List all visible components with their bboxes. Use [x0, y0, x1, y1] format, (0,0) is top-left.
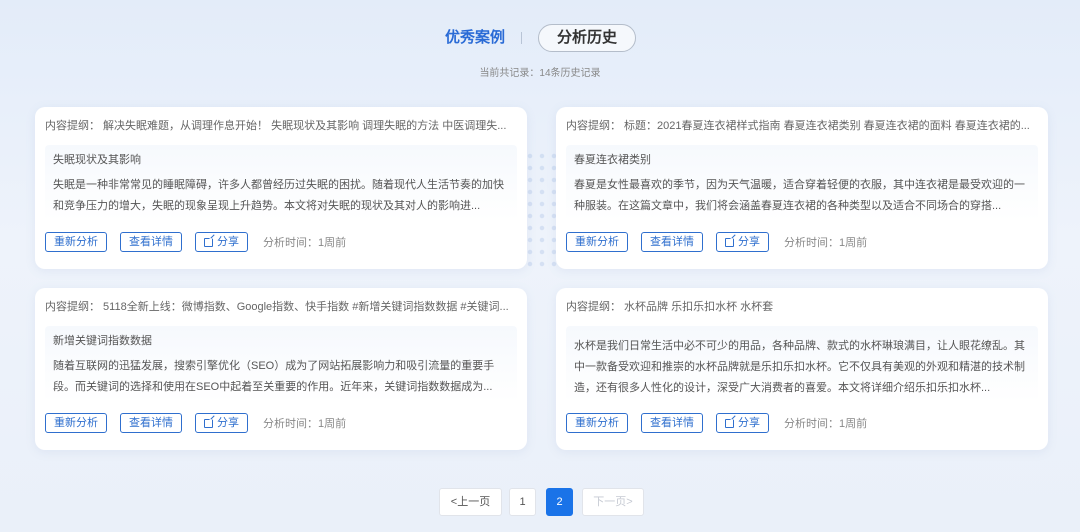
card-content: 春夏连衣裙类别 春夏是女性最喜欢的季节，因为天气温暖，适合穿着轻便的衣服，其中连…	[566, 145, 1038, 221]
analysis-time: 分析时间：1周前	[784, 237, 868, 249]
card-content-text: 水杯是我们日常生活中必不可少的用品，各种品牌、款式的水杯琳琅满目，让人眼花缭乱。…	[574, 340, 1025, 394]
analysis-time: 分析时间：1周前	[263, 418, 347, 430]
card-actions: 重新分析 查看详情 分享 分析时间：1周前	[45, 232, 346, 252]
reanalyze-button[interactable]: 重新分析	[45, 413, 107, 433]
card-content-title: 新增关键词指数数据	[53, 335, 152, 347]
card-content-title: 春夏连衣裙类别	[574, 154, 651, 166]
tab-divider	[521, 32, 522, 44]
card-content-text: 随着互联网的迅猛发展，搜索引擎优化（SEO）成为了网站拓展影响力和吸引流量的重要…	[53, 360, 495, 393]
reanalyze-label: 重新分析	[54, 236, 98, 248]
tab-excellent-cases[interactable]: 优秀案例	[430, 24, 520, 52]
history-card: 内容提纲： 解决失眠难题，从调理作息开始！ 失眠现状及其影响 调理失眠的方法 中…	[35, 107, 527, 269]
share-label: 分享	[217, 236, 239, 248]
reanalyze-button[interactable]: 重新分析	[566, 232, 628, 252]
view-details-button[interactable]: 查看详情	[120, 413, 182, 433]
history-card: 内容提纲： 水杯品牌 乐扣乐扣水杯 水杯套 水杯是我们日常生活中必不可少的用品，…	[556, 288, 1048, 450]
page-2-button[interactable]: 2	[546, 488, 573, 516]
share-label: 分享	[738, 236, 760, 248]
share-icon	[204, 418, 213, 428]
card-content: 失眠现状及其影响 失眠是一种非常常见的睡眠障碍，许多人都曾经历过失眠的困扰。随着…	[45, 145, 517, 221]
card-actions: 重新分析 查看详情 分享 分析时间：1周前	[566, 232, 867, 252]
card-content-text: 失眠是一种非常常见的睡眠障碍，许多人都曾经历过失眠的困扰。随着现代人生活节奏的加…	[53, 179, 504, 212]
reanalyze-button[interactable]: 重新分析	[45, 232, 107, 252]
share-button[interactable]: 分享	[195, 413, 248, 433]
card-actions: 重新分析 查看详情 分享 分析时间：1周前	[566, 413, 867, 433]
share-button[interactable]: 分享	[195, 232, 248, 252]
reanalyze-label: 重新分析	[575, 236, 619, 248]
reanalyze-label: 重新分析	[54, 417, 98, 429]
card-content-text: 春夏是女性最喜欢的季节，因为天气温暖，适合穿着轻便的衣服，其中连衣裙是最受欢迎的…	[574, 179, 1025, 212]
card-content: 水杯是我们日常生活中必不可少的用品，各种品牌、款式的水杯琳琅满目，让人眼花缭乱。…	[566, 326, 1038, 402]
card-outline: 内容提纲： 5118全新上线：微博指数、Google指数、快手指数 #新增关键词…	[45, 301, 509, 313]
share-button[interactable]: 分享	[716, 232, 769, 252]
pagination: <上一页 1 2 下一页>	[0, 488, 1080, 516]
reanalyze-button[interactable]: 重新分析	[566, 413, 628, 433]
header-tabs: 优秀案例 分析历史	[0, 24, 1080, 52]
card-outline: 内容提纲： 水杯品牌 乐扣乐扣水杯 水杯套	[566, 301, 774, 313]
card-content-title: 失眠现状及其影响	[53, 154, 141, 166]
share-icon	[204, 237, 213, 247]
card-content: 新增关键词指数数据 随着互联网的迅猛发展，搜索引擎优化（SEO）成为了网站拓展影…	[45, 326, 517, 402]
share-button[interactable]: 分享	[716, 413, 769, 433]
history-card: 内容提纲： 5118全新上线：微博指数、Google指数、快手指数 #新增关键词…	[35, 288, 527, 450]
view-details-label: 查看详情	[650, 236, 694, 248]
view-details-button[interactable]: 查看详情	[641, 413, 703, 433]
analysis-time: 分析时间：1周前	[784, 418, 868, 430]
reanalyze-label: 重新分析	[575, 417, 619, 429]
share-label: 分享	[217, 417, 239, 429]
view-details-label: 查看详情	[650, 417, 694, 429]
view-details-button[interactable]: 查看详情	[641, 232, 703, 252]
card-outline: 内容提纲： 解决失眠难题，从调理作息开始！ 失眠现状及其影响 调理失眠的方法 中…	[45, 120, 507, 132]
share-label: 分享	[738, 417, 760, 429]
prev-page-button[interactable]: <上一页	[439, 488, 502, 516]
next-page-button[interactable]: 下一页>	[582, 488, 644, 516]
tab-analysis-history[interactable]: 分析历史	[538, 24, 636, 52]
history-card: 内容提纲： 标题：2021春夏连衣裙样式指南 春夏连衣裙类别 春夏连衣裙的面料 …	[556, 107, 1048, 269]
view-details-label: 查看详情	[129, 236, 173, 248]
record-count-text: 当前共记录：14条历史记录	[479, 68, 601, 79]
view-details-button[interactable]: 查看详情	[120, 232, 182, 252]
view-details-label: 查看详情	[129, 417, 173, 429]
analysis-time: 分析时间：1周前	[263, 237, 347, 249]
share-icon	[725, 418, 734, 428]
page-1-button[interactable]: 1	[509, 488, 536, 516]
share-icon	[725, 237, 734, 247]
card-outline: 内容提纲： 标题：2021春夏连衣裙样式指南 春夏连衣裙类别 春夏连衣裙的面料 …	[566, 120, 1030, 132]
card-actions: 重新分析 查看详情 分享 分析时间：1周前	[45, 413, 346, 433]
